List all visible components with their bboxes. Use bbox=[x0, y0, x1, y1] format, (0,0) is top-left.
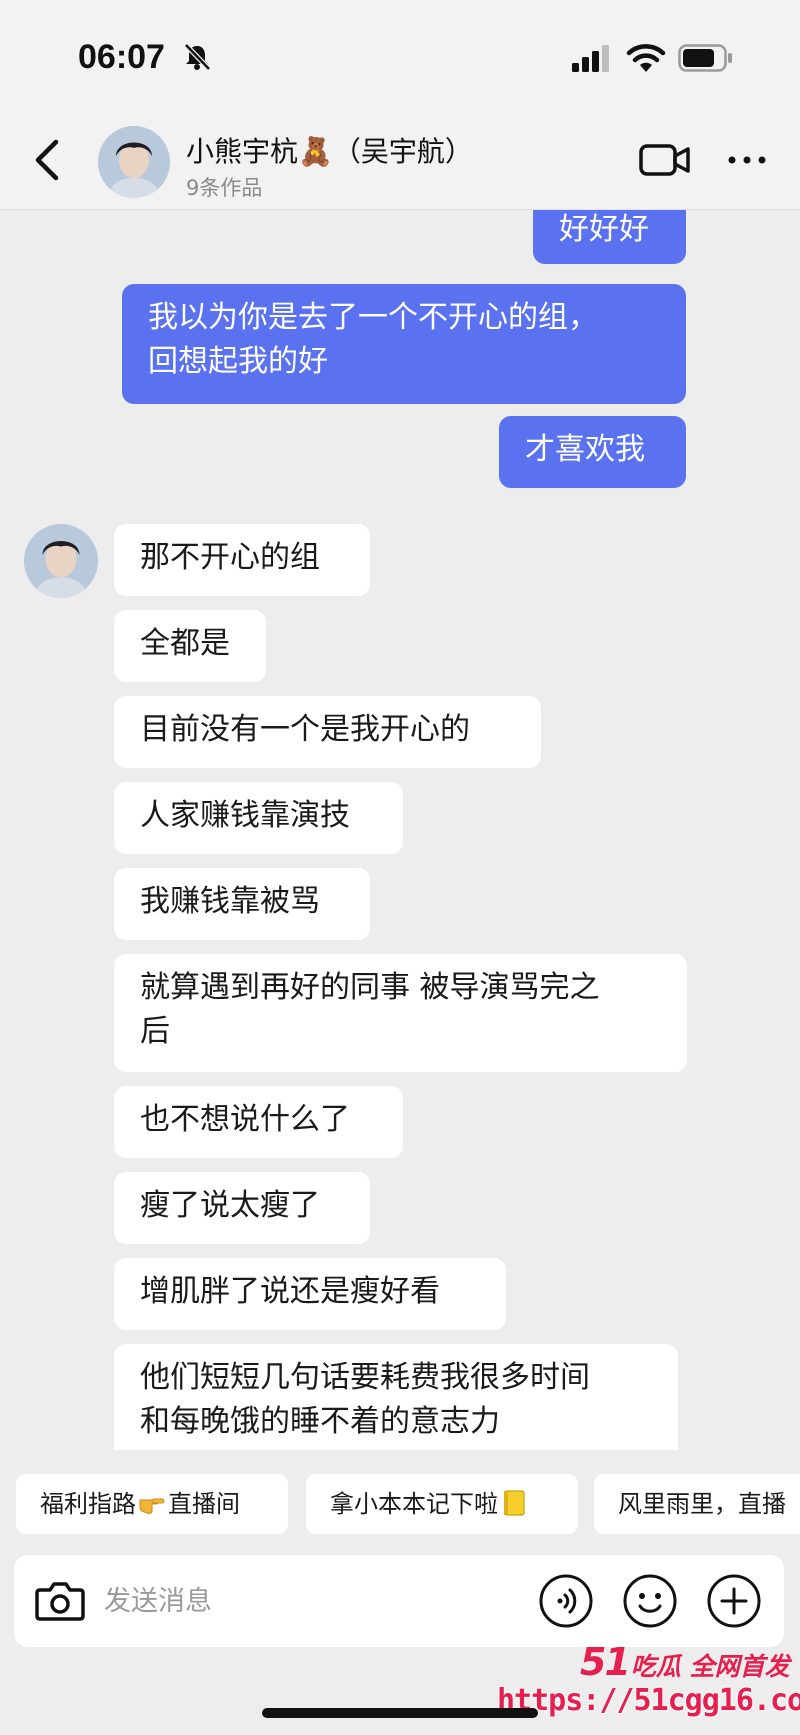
message-bubble-incoming[interactable]: 就算遇到再好的同事 被导演骂完之 后 bbox=[114, 954, 687, 1072]
message-bubble-incoming[interactable]: 那不开心的组 bbox=[114, 524, 370, 596]
avatar-portrait-icon bbox=[98, 126, 170, 198]
watermark-url: https://51cgg16.com bbox=[497, 1683, 800, 1718]
message-input-bar bbox=[14, 1555, 784, 1647]
watermark-text: 吃瓜 全网首发 bbox=[630, 1652, 790, 1681]
message-input[interactable] bbox=[104, 1571, 524, 1631]
message-bubble-incoming[interactable]: 增肌胖了说还是瘦好看 bbox=[114, 1258, 506, 1330]
quick-reply-bar[interactable]: 福利指路 直播间 拿小本本记下啦 风里雨里，直播 bbox=[0, 1468, 800, 1540]
quick-reply-chip[interactable]: 福利指路 直播间 bbox=[16, 1474, 288, 1534]
status-time: 06:07 bbox=[78, 38, 165, 76]
video-camera-icon[interactable] bbox=[638, 140, 692, 180]
chip-label: 拿小本本记下啦 bbox=[330, 1490, 498, 1518]
plus-icon[interactable] bbox=[706, 1573, 762, 1629]
message-bubble-outgoing[interactable]: 好好好 bbox=[533, 210, 686, 264]
message-bubble-incoming[interactable]: 人家赚钱靠演技 bbox=[114, 782, 403, 854]
contact-avatar[interactable] bbox=[98, 126, 170, 198]
chip-label: 直播间 bbox=[168, 1490, 240, 1518]
voice-icon[interactable] bbox=[538, 1573, 594, 1629]
message-bubble-incoming[interactable]: 也不想说什么了 bbox=[114, 1086, 403, 1158]
message-bubble-outgoing[interactable]: 才喜欢我 bbox=[499, 416, 686, 488]
watermark-number: 51 bbox=[580, 1640, 631, 1684]
message-bubble-incoming[interactable]: 全都是 bbox=[114, 610, 266, 682]
sender-avatar[interactable] bbox=[24, 524, 98, 598]
message-bubble-incoming[interactable]: 他们短短几句话要耗费我很多时间 和每晚饿的睡不着的意志力 bbox=[114, 1344, 678, 1450]
quick-reply-chip[interactable]: 风里雨里，直播 bbox=[594, 1474, 800, 1534]
home-indicator[interactable] bbox=[262, 1708, 538, 1718]
message-bubble-outgoing[interactable]: 我以为你是去了一个不开心的组， 回想起我的好 bbox=[122, 284, 686, 404]
signal-icon bbox=[572, 45, 609, 72]
back-chevron-icon[interactable] bbox=[26, 134, 72, 186]
message-bubble-incoming[interactable]: 我赚钱靠被骂 bbox=[114, 868, 370, 940]
quick-reply-chip[interactable]: 拿小本本记下啦 bbox=[306, 1474, 578, 1534]
wifi-icon bbox=[626, 44, 666, 72]
battery-icon bbox=[678, 44, 732, 72]
contact-name: 小熊宇杭🧸（吴宇航） bbox=[186, 135, 473, 168]
camera-icon[interactable] bbox=[34, 1576, 86, 1626]
contact-works-count[interactable]: 9条作品 bbox=[186, 172, 262, 202]
chip-label: 福利指路 bbox=[40, 1490, 136, 1518]
emoji-face-icon[interactable] bbox=[622, 1573, 678, 1629]
pointing-hand-icon bbox=[139, 1498, 165, 1514]
avatar-portrait-icon bbox=[24, 524, 98, 598]
message-list[interactable]: 好好好 我以为你是去了一个不开心的组， 回想起我的好 才喜欢我 那不开心的组 全… bbox=[0, 210, 800, 1450]
yellow-notebook-icon bbox=[504, 1490, 525, 1516]
bell-mute-icon bbox=[184, 43, 211, 71]
chat-header: 小熊宇杭🧸（吴宇航） 9条作品 bbox=[0, 110, 800, 210]
watermark-brand: 51吃瓜 全网首发 bbox=[580, 1640, 795, 1684]
chip-label: 风里雨里，直播 bbox=[618, 1490, 786, 1518]
status-bar: 06:07 bbox=[0, 0, 800, 110]
more-dots-icon[interactable] bbox=[722, 140, 772, 180]
message-bubble-incoming[interactable]: 目前没有一个是我开心的 bbox=[114, 696, 541, 768]
message-bubble-incoming[interactable]: 瘦了说太瘦了 bbox=[114, 1172, 370, 1244]
